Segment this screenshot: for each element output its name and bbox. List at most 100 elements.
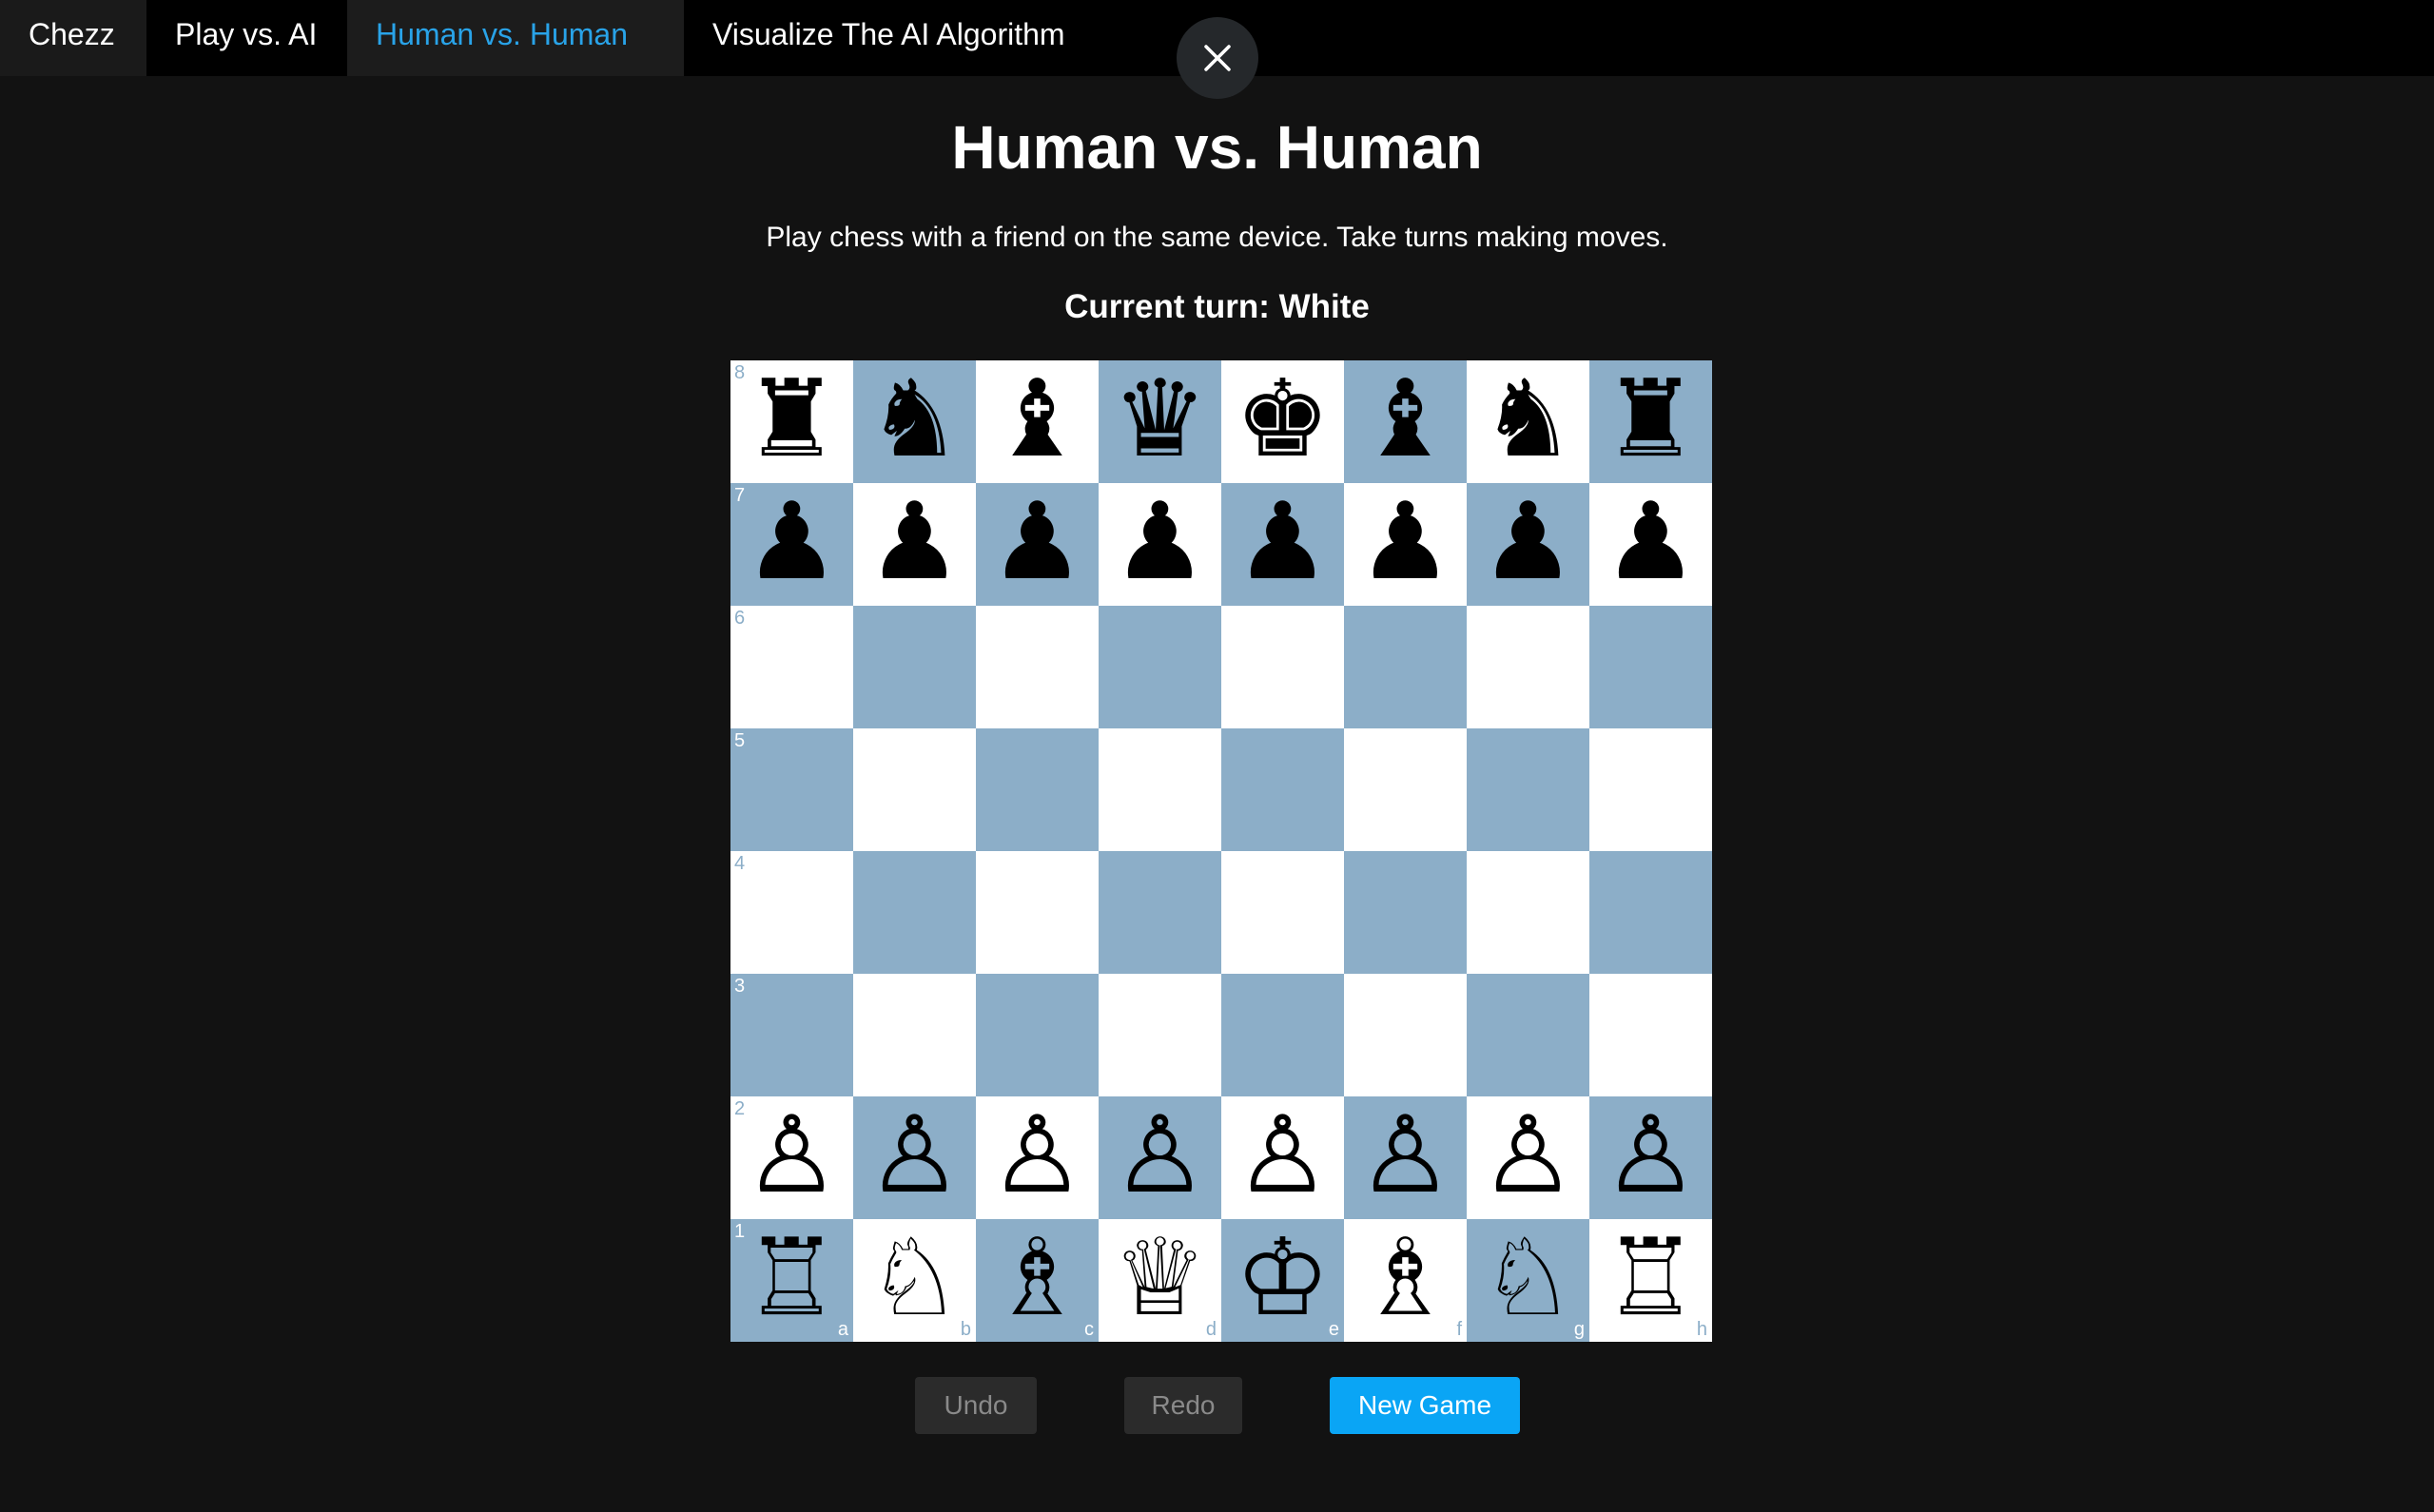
square-a6[interactable]: 6 — [730, 606, 853, 728]
square-e1[interactable]: e ♔ — [1221, 1219, 1344, 1342]
square-e3[interactable] — [1221, 974, 1344, 1096]
white-rook-icon[interactable]: ♖ — [730, 1219, 853, 1342]
square-e2[interactable]: ♙ — [1221, 1096, 1344, 1219]
square-d6[interactable] — [1099, 606, 1221, 728]
black-bishop-icon[interactable]: ♝ — [1344, 360, 1467, 483]
white-pawn-icon[interactable]: ♙ — [1099, 1096, 1221, 1219]
square-a7[interactable]: 7 ♟ — [730, 483, 853, 606]
square-h7[interactable]: ♟ — [1589, 483, 1712, 606]
square-h1[interactable]: h ♖ — [1589, 1219, 1712, 1342]
square-g5[interactable] — [1467, 728, 1589, 851]
square-f4[interactable] — [1344, 851, 1467, 974]
square-b8[interactable]: ♞ — [853, 360, 976, 483]
square-b2[interactable]: ♙ — [853, 1096, 976, 1219]
square-f8[interactable]: ♝ — [1344, 360, 1467, 483]
square-c8[interactable]: ♝ — [976, 360, 1099, 483]
square-g4[interactable] — [1467, 851, 1589, 974]
new-game-button[interactable]: New Game — [1330, 1377, 1520, 1434]
square-f7[interactable]: ♟ — [1344, 483, 1467, 606]
black-pawn-icon[interactable]: ♟ — [1344, 483, 1467, 606]
square-d4[interactable] — [1099, 851, 1221, 974]
square-f1[interactable]: f ♗ — [1344, 1219, 1467, 1342]
brand-link[interactable]: Chezz — [0, 0, 146, 76]
black-pawn-icon[interactable]: ♟ — [1221, 483, 1344, 606]
black-pawn-icon[interactable]: ♟ — [1467, 483, 1589, 606]
white-pawn-icon[interactable]: ♙ — [1344, 1096, 1467, 1219]
square-d5[interactable] — [1099, 728, 1221, 851]
tab-play-vs-ai[interactable]: Play vs. AI — [146, 0, 347, 76]
square-e8[interactable]: ♚ — [1221, 360, 1344, 483]
white-pawn-icon[interactable]: ♙ — [853, 1096, 976, 1219]
square-f6[interactable] — [1344, 606, 1467, 728]
black-king-icon[interactable]: ♚ — [1221, 360, 1344, 483]
black-pawn-icon[interactable]: ♟ — [976, 483, 1099, 606]
white-bishop-icon[interactable]: ♗ — [1344, 1219, 1467, 1342]
white-knight-icon[interactable]: ♘ — [1467, 1219, 1589, 1342]
square-h5[interactable] — [1589, 728, 1712, 851]
square-b7[interactable]: ♟ — [853, 483, 976, 606]
black-rook-icon[interactable]: ♜ — [730, 360, 853, 483]
black-rook-icon[interactable]: ♜ — [1589, 360, 1712, 483]
black-pawn-icon[interactable]: ♟ — [1589, 483, 1712, 606]
black-pawn-icon[interactable]: ♟ — [730, 483, 853, 606]
tab-visualize-ai[interactable]: Visualize The AI Algorithm — [684, 0, 1159, 76]
square-c3[interactable] — [976, 974, 1099, 1096]
square-d3[interactable] — [1099, 974, 1221, 1096]
square-g1[interactable]: g ♘ — [1467, 1219, 1589, 1342]
white-knight-icon[interactable]: ♘ — [853, 1219, 976, 1342]
square-a1[interactable]: 1 a ♖ — [730, 1219, 853, 1342]
square-c1[interactable]: c ♗ — [976, 1219, 1099, 1342]
square-b6[interactable] — [853, 606, 976, 728]
redo-button[interactable]: Redo — [1124, 1377, 1242, 1434]
white-queen-icon[interactable]: ♕ — [1099, 1219, 1221, 1342]
square-d2[interactable]: ♙ — [1099, 1096, 1221, 1219]
square-a2[interactable]: 2 ♙ — [730, 1096, 853, 1219]
square-h3[interactable] — [1589, 974, 1712, 1096]
square-h8[interactable]: ♜ — [1589, 360, 1712, 483]
square-e7[interactable]: ♟ — [1221, 483, 1344, 606]
square-h6[interactable] — [1589, 606, 1712, 728]
black-queen-icon[interactable]: ♛ — [1099, 360, 1221, 483]
square-c6[interactable] — [976, 606, 1099, 728]
black-bishop-icon[interactable]: ♝ — [976, 360, 1099, 483]
white-pawn-icon[interactable]: ♙ — [976, 1096, 1099, 1219]
square-e5[interactable] — [1221, 728, 1344, 851]
square-g3[interactable] — [1467, 974, 1589, 1096]
square-c7[interactable]: ♟ — [976, 483, 1099, 606]
square-h2[interactable]: ♙ — [1589, 1096, 1712, 1219]
close-button[interactable] — [1177, 17, 1258, 99]
square-d8[interactable]: ♛ — [1099, 360, 1221, 483]
square-g7[interactable]: ♟ — [1467, 483, 1589, 606]
undo-button[interactable]: Undo — [915, 1377, 1037, 1434]
white-rook-icon[interactable]: ♖ — [1589, 1219, 1712, 1342]
square-b4[interactable] — [853, 851, 976, 974]
square-f3[interactable] — [1344, 974, 1467, 1096]
square-b5[interactable] — [853, 728, 976, 851]
square-f5[interactable] — [1344, 728, 1467, 851]
black-pawn-icon[interactable]: ♟ — [853, 483, 976, 606]
square-f2[interactable]: ♙ — [1344, 1096, 1467, 1219]
square-a5[interactable]: 5 — [730, 728, 853, 851]
black-knight-icon[interactable]: ♞ — [853, 360, 976, 483]
square-a3[interactable]: 3 — [730, 974, 853, 1096]
white-pawn-icon[interactable]: ♙ — [1589, 1096, 1712, 1219]
square-a4[interactable]: 4 — [730, 851, 853, 974]
white-bishop-icon[interactable]: ♗ — [976, 1219, 1099, 1342]
square-g8[interactable]: ♞ — [1467, 360, 1589, 483]
square-g2[interactable]: ♙ — [1467, 1096, 1589, 1219]
square-d1[interactable]: d ♕ — [1099, 1219, 1221, 1342]
white-king-icon[interactable]: ♔ — [1221, 1219, 1344, 1342]
square-h4[interactable] — [1589, 851, 1712, 974]
square-a8[interactable]: 8 ♜ — [730, 360, 853, 483]
square-e6[interactable] — [1221, 606, 1344, 728]
square-c5[interactable] — [976, 728, 1099, 851]
tab-human-vs-human[interactable]: Human vs. Human — [347, 0, 684, 76]
white-pawn-icon[interactable]: ♙ — [1467, 1096, 1589, 1219]
square-b3[interactable] — [853, 974, 976, 1096]
square-g6[interactable] — [1467, 606, 1589, 728]
square-c2[interactable]: ♙ — [976, 1096, 1099, 1219]
square-c4[interactable] — [976, 851, 1099, 974]
square-b1[interactable]: b ♘ — [853, 1219, 976, 1342]
black-knight-icon[interactable]: ♞ — [1467, 360, 1589, 483]
black-pawn-icon[interactable]: ♟ — [1099, 483, 1221, 606]
